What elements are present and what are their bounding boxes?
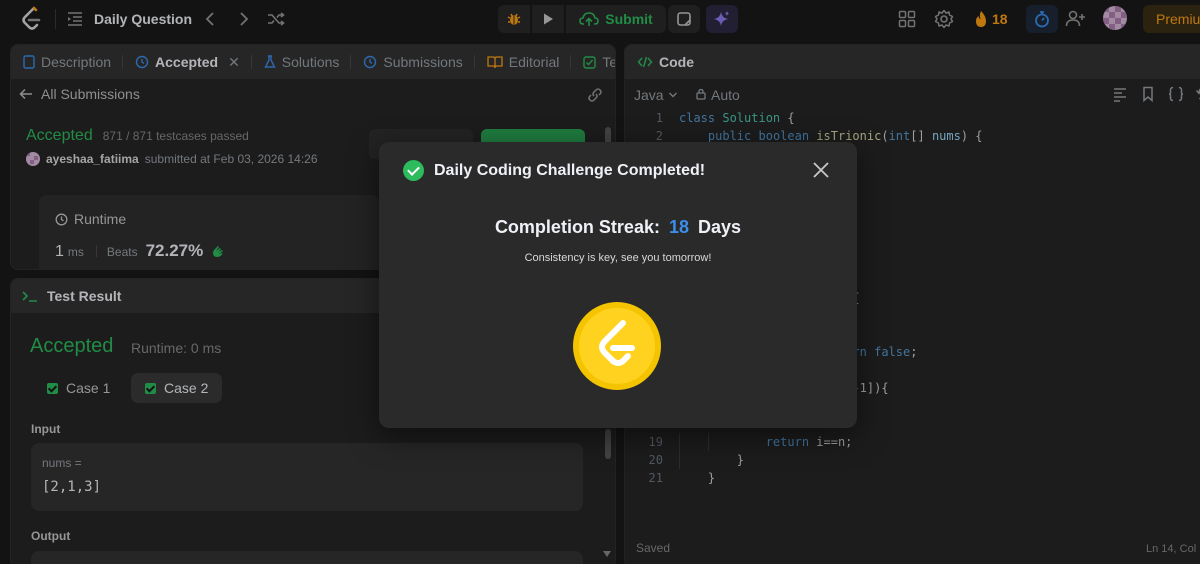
streak-label: Completion Streak: bbox=[494, 217, 660, 237]
streak-value: 18 bbox=[668, 217, 690, 237]
close-icon[interactable] bbox=[812, 161, 830, 179]
completion-streak: Completion Streak: 18 Days bbox=[379, 217, 857, 238]
daily-challenge-modal: Daily Coding Challenge Completed! Comple… bbox=[379, 142, 857, 428]
check-circle-icon bbox=[403, 160, 424, 181]
leetcode-coin-icon bbox=[573, 302, 661, 390]
streak-unit: Days bbox=[698, 217, 742, 237]
modal-subtitle: Consistency is key, see you tomorrow! bbox=[524, 252, 712, 264]
modal-title: Daily Coding Challenge Completed! bbox=[434, 161, 706, 179]
modal-title-row: Daily Coding Challenge Completed! bbox=[403, 160, 705, 181]
